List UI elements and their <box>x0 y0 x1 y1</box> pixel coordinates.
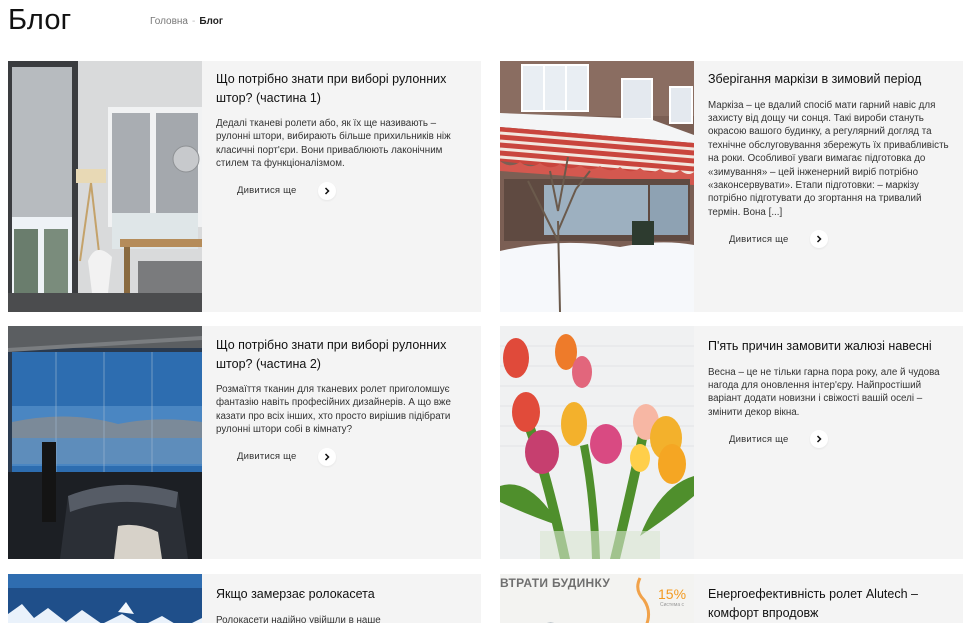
breadcrumb-home-link[interactable]: Головна <box>150 16 188 27</box>
breadcrumb: Головна - Блог <box>150 16 223 27</box>
breadcrumb-current: Блог <box>199 16 224 27</box>
read-more-label: Дивитися ще <box>729 233 789 245</box>
thumbnail-percent-text: 15% <box>658 586 687 602</box>
post-excerpt: Маркіза – це вдалий спосіб мати гарний н… <box>708 99 949 218</box>
chevron-right-icon[interactable] <box>318 447 337 466</box>
post-excerpt: Розмаїття тканин для тканевих ролет приг… <box>216 384 451 436</box>
post-card: Що потрібно знати при виборі рулонних шт… <box>8 326 481 559</box>
post-title[interactable]: Енергоефективність ролет Alutech – комфо… <box>708 585 951 622</box>
post-title[interactable]: П'ять причин замовити жалюзі навесні <box>708 337 951 356</box>
post-thumbnail[interactable] <box>8 326 202 559</box>
post-card: Що потрібно знати при виборі рулонних шт… <box>8 61 481 312</box>
page-title: Блог <box>8 4 72 36</box>
chevron-right-icon[interactable] <box>810 230 829 249</box>
post-title[interactable]: Зберігання маркізи в зимовий період <box>708 70 951 89</box>
post-title[interactable]: Що потрібно знати при виборі рулонних шт… <box>216 336 469 373</box>
read-more-label: Дивитися ще <box>237 451 297 463</box>
post-card: ВТРАТИ БУДИНКУ 15% Система с Енергоефект… <box>500 574 963 623</box>
post-card: Якщо замерзає ролокасета Ролокасети наді… <box>8 574 481 623</box>
post-thumbnail[interactable]: ВТРАТИ БУДИНКУ 15% Система с <box>500 574 694 623</box>
chevron-right-icon[interactable] <box>810 430 829 449</box>
read-more-link[interactable]: Дивитися ще <box>708 430 951 449</box>
post-excerpt: Весна – це не тільки гарна пора року, ал… <box>708 366 940 418</box>
page-header: Блог Головна - Блог <box>8 0 958 46</box>
post-thumbnail[interactable] <box>8 61 202 312</box>
read-more-link[interactable]: Дивитися ще <box>216 447 469 466</box>
post-thumbnail[interactable] <box>8 574 202 623</box>
post-title[interactable]: Що потрібно знати при виборі рулонних шт… <box>216 70 469 107</box>
thumbnail-caption-text: Система с <box>660 602 685 608</box>
read-more-link[interactable]: Дивитися ще <box>708 230 951 249</box>
post-card: Зберігання маркізи в зимовий період Марк… <box>500 61 963 312</box>
post-thumbnail[interactable] <box>500 61 694 312</box>
post-title[interactable]: Якщо замерзає ролокасета <box>216 585 469 604</box>
read-more-label: Дивитися ще <box>729 433 789 445</box>
post-excerpt: Ролокасети надійно увійшли в наше <box>216 614 381 623</box>
read-more-link[interactable]: Дивитися ще <box>216 181 469 200</box>
thumbnail-banner-text: ВТРАТИ БУДИНКУ <box>500 576 611 590</box>
breadcrumb-separator: - <box>192 16 196 27</box>
chevron-right-icon[interactable] <box>318 181 337 200</box>
post-card: П'ять причин замовити жалюзі навесні Вес… <box>500 326 963 559</box>
read-more-label: Дивитися ще <box>237 185 297 197</box>
post-thumbnail[interactable] <box>500 326 694 559</box>
post-excerpt: Дедалі тканеві ролети або, як їх ще нази… <box>216 118 451 170</box>
